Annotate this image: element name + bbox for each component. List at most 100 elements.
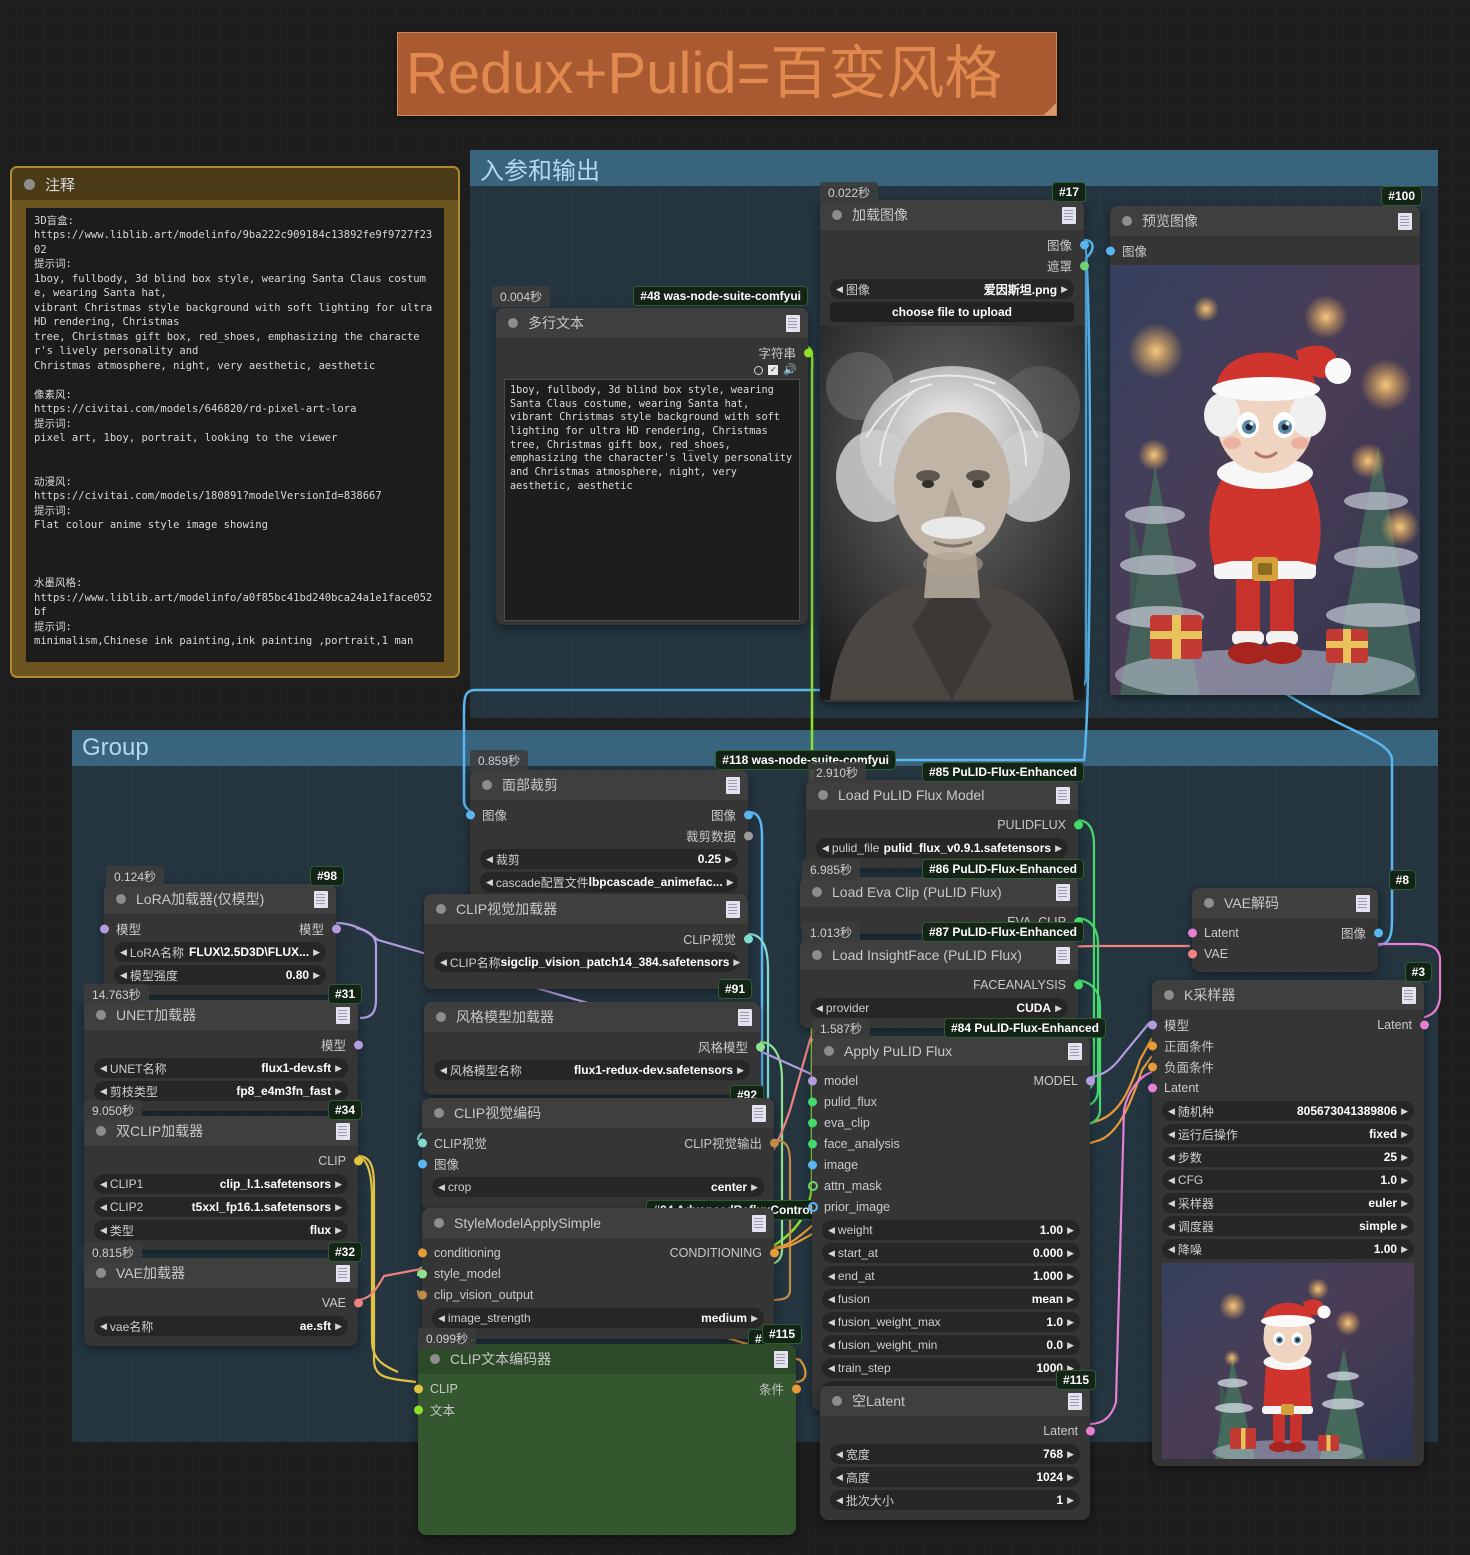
document-icon[interactable] — [752, 1215, 766, 1232]
prev-arrow-icon[interactable]: ◀ — [828, 1318, 835, 1327]
next-arrow-icon[interactable]: ▶ — [1067, 1272, 1074, 1281]
output-slot-clipvision[interactable]: CLIP视觉 — [424, 928, 748, 949]
widget-model-strength[interactable]: ◀ 模型强度 0.80 ▶ — [114, 965, 326, 985]
input-slot-latent[interactable]: Latent — [1152, 1077, 1424, 1098]
document-icon[interactable] — [1056, 787, 1070, 804]
prev-arrow-icon[interactable]: ◀ — [100, 1064, 107, 1073]
next-arrow-icon[interactable]: ▶ — [335, 1180, 342, 1189]
input-pin-icon[interactable] — [1148, 1062, 1157, 1071]
node-load-pulid-flux[interactable]: 2.910秒 #85 PuLID-Flux-Enhanced Load PuLI… — [806, 762, 1078, 868]
widget-batch-size[interactable]: ◀ 批次大小 1 ▶ — [830, 1490, 1080, 1510]
collapse-dot-icon[interactable] — [824, 1046, 834, 1056]
next-arrow-icon[interactable]: ▶ — [1401, 1153, 1408, 1162]
load-insightface-node[interactable]: Load InsightFace (PuLID Flux) FACEANALYS… — [800, 940, 1078, 1028]
page-title-banner[interactable]: Redux+Pulid=百变风格 — [397, 32, 1057, 116]
upload-button[interactable]: choose file to upload — [830, 302, 1074, 322]
document-icon[interactable] — [336, 1123, 350, 1140]
input-pin-icon[interactable] — [414, 1405, 423, 1414]
widget-unet-name[interactable]: ◀ UNET名称 flux1-dev.sft ▶ — [94, 1058, 348, 1078]
document-icon[interactable] — [752, 1105, 766, 1122]
face-crop-node[interactable]: 面部裁剪 图像 图像 裁剪数据 ◀ 裁剪 0.25 ▶ ◀ — [470, 770, 748, 902]
input-slot-eva-clip[interactable]: eva_clip — [812, 1112, 1090, 1133]
collapse-dot-icon[interactable] — [96, 1010, 106, 1020]
collapse-dot-icon[interactable] — [812, 950, 822, 960]
apply-pulid-flux-node[interactable]: Apply PuLID Flux model MODEL pulid_flux … — [812, 1036, 1090, 1411]
load-pulid-flux-node[interactable]: Load PuLID Flux Model PULIDFLUX ◀ pulid_… — [806, 780, 1078, 868]
collapse-dot-icon[interactable] — [430, 1354, 440, 1364]
output-slot-latent[interactable]: Latent — [820, 1420, 1090, 1441]
prev-arrow-icon[interactable]: ◀ — [440, 958, 447, 967]
multiline-text-node[interactable]: 多行文本 字符串 ✓ 🔊 1boy, fullbody, 3d blind bo… — [496, 308, 808, 625]
prev-arrow-icon[interactable]: ◀ — [486, 878, 493, 887]
prev-arrow-icon[interactable]: ◀ — [1168, 1176, 1175, 1185]
collapse-dot-icon[interactable] — [1122, 216, 1132, 226]
widget-lora-name[interactable]: ◀ LoRA名称 FLUX\2.5D3D\FLUX... ▶ — [114, 942, 326, 962]
note-body[interactable]: 3D盲盒: https://www.liblib.art/modelinfo/9… — [26, 208, 444, 662]
widget-provider[interactable]: ◀ provider CUDA ▶ — [810, 998, 1068, 1018]
prev-arrow-icon[interactable]: ◀ — [1168, 1153, 1175, 1162]
radio-icon[interactable] — [754, 366, 763, 375]
prev-arrow-icon[interactable]: ◀ — [440, 1066, 447, 1075]
input-pin-icon[interactable] — [808, 1139, 817, 1148]
widget-clip1[interactable]: ◀ CLIP1 clip_l.1.safetensors ▶ — [94, 1174, 348, 1194]
prev-arrow-icon[interactable]: ◀ — [100, 1180, 107, 1189]
next-arrow-icon[interactable]: ▶ — [1401, 1176, 1408, 1185]
empty-latent-node[interactable]: 空Latent Latent ◀ 宽度 768 ▶ ◀ 高度 1024 ▶ — [820, 1386, 1090, 1520]
collapse-dot-icon[interactable] — [832, 1396, 842, 1406]
next-arrow-icon[interactable]: ▶ — [725, 855, 732, 864]
document-icon[interactable] — [1068, 1043, 1082, 1060]
output-pin-icon[interactable] — [1074, 980, 1083, 989]
collapse-dot-icon[interactable] — [436, 904, 446, 914]
widget-end-at[interactable]: ◀ end_at 1.000 ▶ — [822, 1266, 1080, 1286]
node-header[interactable]: 空Latent — [820, 1386, 1090, 1416]
next-arrow-icon[interactable]: ▶ — [1067, 1496, 1074, 1505]
node-header[interactable]: CLIP视觉加载器 — [424, 894, 748, 924]
ksampler-result-preview[interactable] — [1162, 1263, 1414, 1459]
collapse-dot-icon[interactable] — [116, 894, 126, 904]
prompt-textarea[interactable]: 1boy, fullbody, 3d blind box style, wear… — [504, 379, 800, 621]
input-pin-icon[interactable] — [418, 1138, 427, 1147]
collapse-dot-icon[interactable] — [482, 780, 492, 790]
output-pin-icon[interactable] — [744, 934, 753, 943]
widget-weight-dtype[interactable]: ◀ 剪枝类型 fp8_e4m3fn_fast ▶ — [94, 1081, 348, 1101]
slot-row-clipvision[interactable]: CLIP视觉 CLIP视觉输出 — [422, 1132, 774, 1153]
input-slot-prior-image[interactable]: prior_image — [812, 1196, 1090, 1217]
prev-arrow-icon[interactable]: ◀ — [828, 1272, 835, 1281]
resize-handle-icon[interactable] — [1044, 103, 1056, 115]
slot-row-model[interactable]: 模型 Latent — [1152, 1014, 1424, 1035]
document-icon[interactable] — [314, 891, 328, 908]
widget-height[interactable]: ◀ 高度 1024 ▶ — [830, 1467, 1080, 1487]
widget-toolbar[interactable]: ✓ 🔊 — [496, 363, 808, 377]
input-slot-positive[interactable]: 正面条件 — [1152, 1035, 1424, 1056]
prev-arrow-icon[interactable]: ◀ — [836, 1450, 843, 1459]
next-arrow-icon[interactable]: ▶ — [313, 971, 320, 980]
prev-arrow-icon[interactable]: ◀ — [828, 1341, 835, 1350]
preview-image-node[interactable]: 预览图像 图像 — [1110, 206, 1420, 695]
prev-arrow-icon[interactable]: ◀ — [100, 1322, 107, 1331]
widget-image-strength[interactable]: ◀ image_strength medium ▶ — [432, 1308, 764, 1328]
output-pin-icon[interactable] — [1080, 261, 1089, 270]
next-arrow-icon[interactable]: ▶ — [1067, 1249, 1074, 1258]
collapse-dot-icon[interactable] — [96, 1268, 106, 1278]
output-pin-icon[interactable] — [744, 810, 753, 819]
input-pin-icon[interactable] — [418, 1290, 427, 1299]
document-icon[interactable] — [1062, 207, 1076, 224]
slot-row-conditioning[interactable]: conditioning CONDITIONING — [422, 1242, 774, 1263]
speaker-icon[interactable]: 🔊 — [783, 365, 797, 376]
widget-width[interactable]: ◀ 宽度 768 ▶ — [830, 1444, 1080, 1464]
input-pin-icon[interactable] — [808, 1160, 817, 1169]
output-slot-vae[interactable]: VAE — [84, 1292, 358, 1313]
next-arrow-icon[interactable]: ▶ — [727, 878, 734, 887]
style-model-apply-node[interactable]: StyleModelApplySimple conditioning CONDI… — [422, 1208, 774, 1339]
prev-arrow-icon[interactable]: ◀ — [1168, 1222, 1175, 1231]
node-face-crop[interactable]: 0.859秒 #118 was-node-suite-comfyui 面部裁剪 … — [470, 750, 748, 902]
input-pin-icon[interactable] — [418, 1159, 427, 1168]
widget-pulid-file[interactable]: ◀ pulid_file pulid_flux_v0.9.1.safetenso… — [816, 838, 1068, 858]
next-arrow-icon[interactable]: ▶ — [335, 1322, 342, 1331]
widget-cfg[interactable]: ◀ CFG 1.0 ▶ — [1162, 1170, 1414, 1190]
input-slot-clip-vision-output[interactable]: clip_vision_output — [422, 1284, 774, 1305]
document-icon[interactable] — [726, 777, 740, 794]
collapse-dot-icon[interactable] — [434, 1218, 444, 1228]
style-model-loader-node[interactable]: 风格模型加载器 风格模型 ◀ 风格模型名称 flux1-redux-dev.sa… — [424, 1002, 760, 1095]
prev-arrow-icon[interactable]: ◀ — [438, 1314, 445, 1323]
